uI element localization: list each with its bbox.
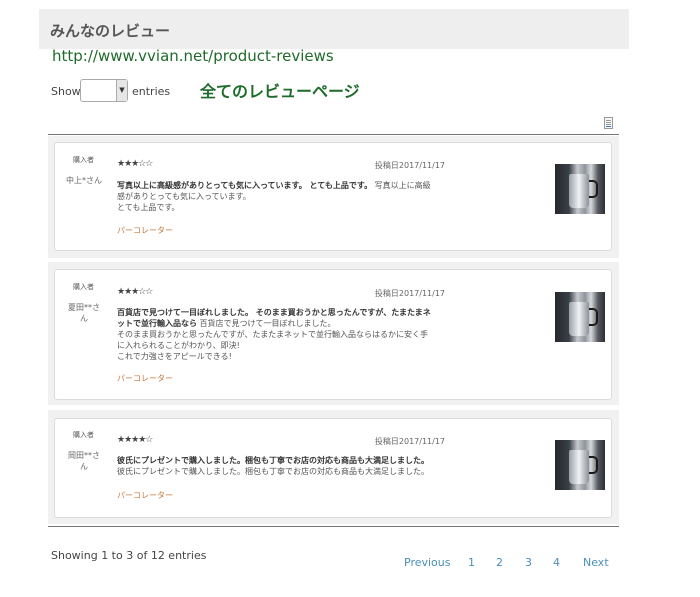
pagination-page-1[interactable]: 1 xyxy=(468,556,475,569)
buyer-name: 夏田**さん xyxy=(68,303,100,323)
product-thumbnail[interactable] xyxy=(555,440,605,490)
review-body: 彼氏にプレゼントで購入しました。梱包も丁寧でお店の対応も商品も大満足しました。 xyxy=(117,467,429,476)
review-text: 百貨店で見つけて一目ぼれしました。 そのまま買おうかと思ったんですが、たまたまネ… xyxy=(117,307,432,362)
review-date: 投稿日2017/11/17 xyxy=(374,289,445,298)
pagination-page-2[interactable]: 2 xyxy=(496,556,503,569)
table-info: Showing 1 to 3 of 12 entries xyxy=(51,549,207,562)
buyer-name: 岡田**さん xyxy=(68,451,100,471)
product-link[interactable]: パーコレーター xyxy=(117,490,173,501)
buyer-label: 購入者 xyxy=(73,431,94,439)
page-title: みんなのレビュー xyxy=(50,22,171,40)
review-text: 写真以上に高級感がありとっても気に入っています。 とても上品です。 写真以上に高… xyxy=(117,180,432,213)
product-thumbnail[interactable] xyxy=(555,292,605,342)
star-rating: ★★★☆☆ xyxy=(117,159,153,169)
buyer-label: 購入者 xyxy=(73,156,94,164)
entries-select[interactable]: ▼ xyxy=(80,79,128,102)
buyer-label: 購入者 xyxy=(73,283,94,291)
table-top-border xyxy=(48,134,619,135)
pagination-previous[interactable]: Previous xyxy=(404,556,451,569)
star-rating: ★★★★☆ xyxy=(117,435,153,445)
pagination-page-4[interactable]: 4 xyxy=(553,556,560,569)
pagination-next[interactable]: Next xyxy=(583,556,609,569)
header-bar: みんなのレビュー xyxy=(39,9,629,49)
review-date: 投稿日2017/11/17 xyxy=(374,161,445,170)
review-card: 購入者 岡田**さん ★★★★☆ 投稿日2017/11/17 彼氏にプレゼントで… xyxy=(54,418,612,518)
url-text: http://www.vvian.net/product-reviews xyxy=(52,47,334,65)
buyer-name: 中上*さん xyxy=(66,176,102,185)
product-thumbnail[interactable] xyxy=(555,164,605,214)
pagination-page-3[interactable]: 3 xyxy=(525,556,532,569)
document-icon[interactable] xyxy=(604,117,613,129)
review-card: 購入者 夏田**さん ★★★☆☆ 投稿日2017/11/17 百貨店で見つけて一… xyxy=(54,269,612,400)
star-rating: ★★★☆☆ xyxy=(117,287,153,297)
product-link[interactable]: パーコレーター xyxy=(117,373,173,384)
review-title: 写真以上に高級感がありとっても気に入っています。 とても上品です。 xyxy=(117,181,373,190)
review-text: 彼氏にプレゼントで購入しました。梱包も丁寧でお店の対応も商品も大満足しました。 … xyxy=(117,455,432,477)
show-label: Show xyxy=(51,85,81,98)
entries-label: entries xyxy=(132,85,171,98)
chevron-down-icon[interactable]: ▼ xyxy=(116,80,127,101)
product-link[interactable]: パーコレーター xyxy=(117,225,173,236)
all-reviews-title: 全てのレビューページ xyxy=(200,82,360,101)
review-title: 彼氏にプレゼントで購入しました。梱包も丁寧でお店の対応も商品も大満足しました。 xyxy=(117,456,429,465)
review-date: 投稿日2017/11/17 xyxy=(374,437,445,446)
review-card: 購入者 中上*さん ★★★☆☆ 投稿日2017/11/17 写真以上に高級感があ… xyxy=(54,142,612,251)
table-bottom-border xyxy=(48,526,619,527)
